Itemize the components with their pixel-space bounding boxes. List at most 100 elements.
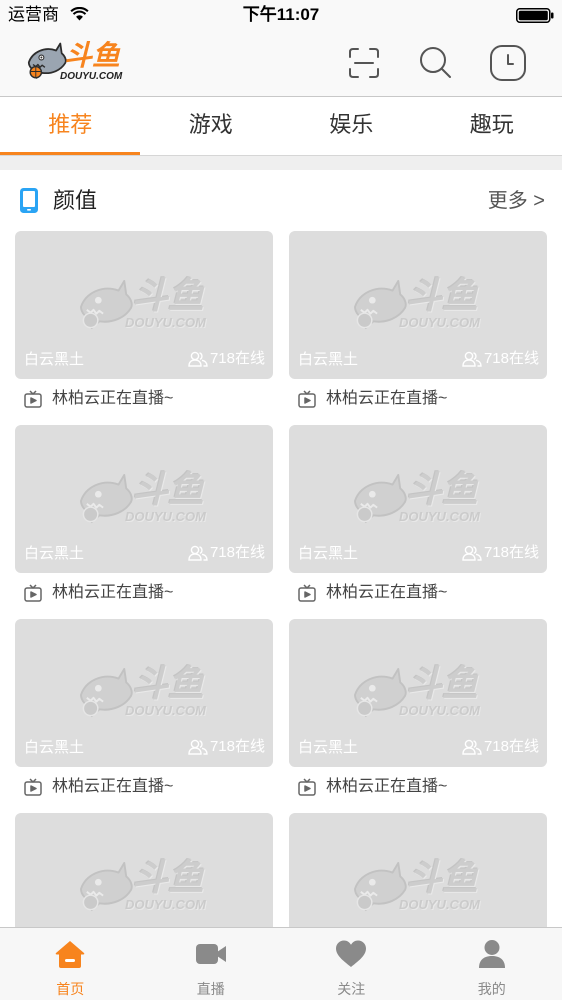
scan-icon: [349, 48, 379, 78]
bottom-tab-bar: 首页 直播 关注 我的: [0, 927, 562, 1000]
live-room-card[interactable]: 斗鱼 DOUYU.COM 白云黑土 718在线林柏云正在直播~: [289, 619, 547, 813]
room-caption-text: 林柏云正在直播~: [326, 390, 448, 407]
placeholder-logo: 斗鱼 DOUYU.COM: [77, 470, 211, 526]
anchor-name: 白云黑土: [298, 545, 359, 562]
online-count: 718在线: [462, 544, 539, 562]
placeholder-logo-text: 斗鱼: [132, 275, 205, 316]
battery-icon: [516, 8, 554, 23]
anchor-name: 白云黑土: [298, 739, 359, 756]
person-icon: [478, 940, 505, 968]
placeholder-logo-domain: DOUYU.COM: [125, 315, 206, 330]
live-video-icon: [24, 390, 42, 408]
live-video-icon: [24, 584, 42, 602]
room-cover-image[interactable]: 斗鱼 DOUYU.COM 白云黑土 718在线: [289, 425, 547, 573]
viewers-icon: [462, 351, 482, 367]
tab-games[interactable]: 游戏: [141, 97, 282, 155]
home-icon: [55, 941, 85, 968]
online-count-text: 718在线: [483, 544, 539, 561]
anchor-name: 白云黑土: [24, 351, 85, 368]
room-cover-image[interactable]: 斗鱼 DOUYU.COM 白云黑土 718在线: [289, 231, 547, 379]
live-video-icon: [24, 778, 42, 796]
bottom-tab-label: 关注: [337, 981, 366, 997]
tab-recommend[interactable]: 推荐: [0, 97, 141, 155]
placeholder-logo: 斗鱼 DOUYU.COM: [351, 276, 485, 332]
room-caption[interactable]: 林柏云正在直播~: [15, 767, 273, 813]
placeholder-logo-domain: DOUYU.COM: [125, 703, 206, 718]
live-room-card[interactable]: 斗鱼 DOUYU.COM 白云黑土 718在线林柏云正在直播~: [289, 425, 547, 619]
tab-entertainment[interactable]: 娱乐: [281, 97, 422, 155]
placeholder-logo: 斗鱼 DOUYU.COM: [77, 275, 211, 332]
live-video-icon: [298, 778, 316, 796]
placeholder-logo-domain: DOUYU.COM: [399, 509, 480, 524]
room-caption[interactable]: 林柏云正在直播~: [289, 767, 547, 813]
placeholder-logo-text: 斗鱼: [132, 857, 205, 898]
viewers-icon: [188, 545, 208, 561]
app-screen: 运营商 下午11:07 斗鱼 DOUYU.COM 推荐 游戏 娱乐 趣玩 颜值 …: [0, 0, 562, 1000]
bottom-tab-label: 直播: [196, 981, 225, 997]
history-button[interactable]: [490, 45, 526, 81]
placeholder-logo-text: 斗鱼: [406, 857, 479, 898]
room-caption-text: 林柏云正在直播~: [52, 778, 174, 795]
live-room-card[interactable]: 斗鱼 DOUYU.COM 白云黑土 718在线林柏云正在直播~: [289, 231, 547, 425]
room-cover-image[interactable]: 斗鱼 DOUYU.COM: [289, 813, 547, 927]
room-caption[interactable]: 林柏云正在直播~: [289, 573, 547, 619]
carrier-name: 运营商: [8, 5, 59, 24]
online-count-text: 718在线: [483, 350, 539, 367]
tab-fun[interactable]: 趣玩: [422, 97, 562, 155]
room-cover-image[interactable]: 斗鱼 DOUYU.COM: [15, 813, 273, 927]
placeholder-logo-domain: DOUYU.COM: [125, 897, 206, 912]
placeholder-logo: 斗鱼 DOUYU.COM: [351, 664, 485, 720]
top-navigation-bar: 斗鱼 DOUYU.COM: [0, 30, 562, 97]
search-button[interactable]: [419, 46, 452, 79]
bottom-tab-follow[interactable]: 关注: [281, 928, 422, 1000]
logo-domain: DOUYU.COM: [60, 71, 123, 82]
placeholder-logo: 斗鱼 DOUYU.COM: [351, 469, 485, 526]
live-room-card[interactable]: 斗鱼 DOUYU.COM: [289, 813, 547, 927]
bottom-tab-label: 我的: [477, 981, 506, 997]
live-video-icon: [298, 584, 316, 602]
placeholder-logo-domain: DOUYU.COM: [399, 315, 480, 330]
bottom-tab-profile[interactable]: 我的: [422, 928, 562, 1000]
viewers-icon: [188, 739, 208, 755]
room-caption[interactable]: 林柏云正在直播~: [15, 379, 273, 425]
live-room-card[interactable]: 斗鱼 DOUYU.COM 白云黑土 718在线林柏云正在直播~: [15, 231, 273, 425]
room-cover-image[interactable]: 斗鱼 DOUYU.COM 白云黑土 718在线: [15, 619, 273, 767]
history-clock-icon: [490, 45, 526, 81]
room-cover-image[interactable]: 斗鱼 DOUYU.COM 白云黑土 718在线: [289, 619, 547, 767]
content-scroll-area[interactable]: 颜值 更多 > 斗鱼 DOUYU.COM 白云黑土 718在线 林柏云正在直播~ 斗鱼 DO…: [0, 170, 562, 927]
room-cover-image[interactable]: 斗鱼 DOUYU.COM 白云黑土 718在线: [15, 425, 273, 573]
online-count: 718在线: [462, 350, 539, 368]
online-count-text: 718在线: [209, 738, 265, 755]
room-cover-image[interactable]: 斗鱼 DOUYU.COM 白云黑土 718在线: [15, 231, 273, 379]
online-count-text: 718在线: [209, 544, 265, 561]
room-caption-text: 林柏云正在直播~: [326, 584, 448, 601]
anchor-name: 白云黑土: [24, 739, 85, 756]
live-room-card[interactable]: 斗鱼 DOUYU.COM 白云黑土 718在线林柏云正在直播~: [15, 425, 273, 619]
douyu-logo[interactable]: 斗鱼 DOUYU.COM: [26, 40, 126, 86]
bottom-tab-live[interactable]: 直播: [141, 928, 282, 1000]
more-link[interactable]: 更多 >: [488, 189, 545, 213]
live-room-card[interactable]: 斗鱼 DOUYU.COM: [15, 813, 273, 927]
placeholder-logo-text: 斗鱼: [132, 663, 205, 704]
heart-icon: [336, 940, 367, 967]
online-count: 718在线: [188, 350, 265, 368]
online-count: 718在线: [188, 738, 265, 756]
room-caption[interactable]: 林柏云正在直播~: [289, 379, 547, 425]
online-count: 718在线: [188, 544, 265, 562]
placeholder-logo-text: 斗鱼: [406, 469, 479, 510]
room-caption-text: 林柏云正在直播~: [52, 390, 174, 407]
live-room-card[interactable]: 斗鱼 DOUYU.COM 白云黑土 718在线林柏云正在直播~: [15, 619, 273, 813]
section-divider: [0, 155, 562, 170]
bottom-tab-label: 首页: [56, 981, 85, 997]
anchor-name: 白云黑土: [24, 545, 85, 562]
scan-button[interactable]: [348, 47, 380, 79]
placeholder-logo: 斗鱼 DOUYU.COM: [77, 857, 211, 914]
bottom-tab-home[interactable]: 首页: [0, 928, 141, 1000]
placeholder-logo-domain: DOUYU.COM: [125, 509, 206, 524]
room-caption[interactable]: 林柏云正在直播~: [15, 573, 273, 619]
logo-text: 斗鱼: [64, 40, 121, 71]
category-tabs: 推荐 游戏 娱乐 趣玩: [0, 97, 562, 155]
online-count: 718在线: [462, 738, 539, 756]
online-count-text: 718在线: [483, 738, 539, 755]
placeholder-logo-domain: DOUYU.COM: [399, 703, 480, 718]
